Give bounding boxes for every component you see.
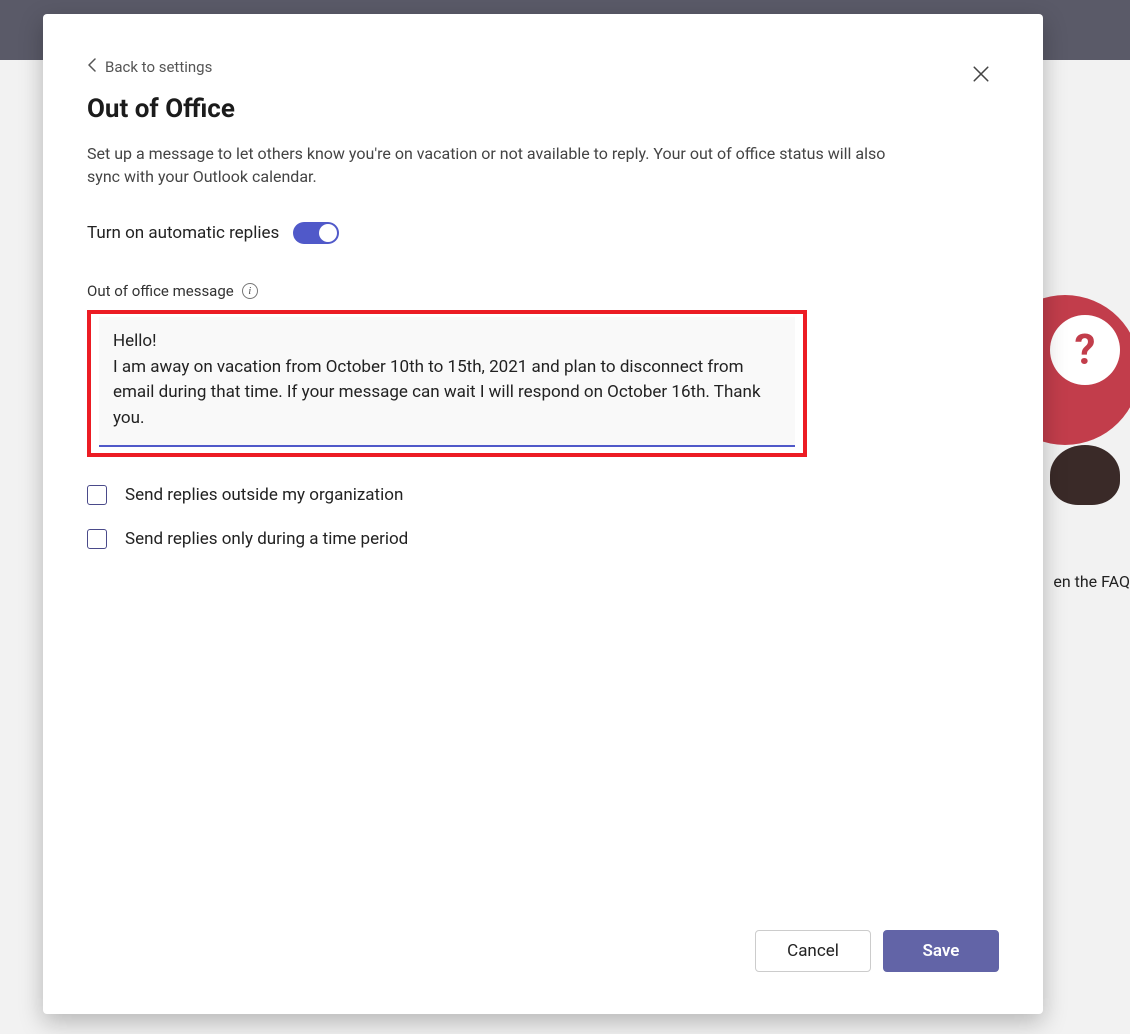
chevron-left-icon: [87, 58, 97, 76]
out-of-office-message-input[interactable]: Hello!I am away on vacation from October…: [99, 317, 795, 447]
auto-replies-toggle[interactable]: [293, 222, 339, 244]
out-of-office-dialog: Back to settings Out of Office Set up a …: [43, 14, 1043, 1014]
toggle-knob: [319, 224, 337, 242]
send-during-period-label: Send replies only during a time period: [125, 529, 408, 549]
auto-replies-toggle-label: Turn on automatic replies: [87, 223, 279, 243]
annotation-highlight: Hello!I am away on vacation from October…: [87, 310, 807, 457]
faq-link-partial: en the FAQ: [1053, 572, 1130, 591]
close-button[interactable]: [965, 60, 997, 92]
back-link-label: Back to settings: [105, 58, 212, 76]
dialog-footer: Cancel Save: [87, 930, 999, 984]
send-outside-org-checkbox[interactable]: [87, 485, 107, 505]
message-field-label: Out of office message: [87, 282, 234, 300]
cancel-button[interactable]: Cancel: [755, 930, 871, 972]
info-icon[interactable]: i: [242, 283, 258, 299]
save-button[interactable]: Save: [883, 930, 999, 972]
back-to-settings-link[interactable]: Back to settings: [87, 58, 212, 76]
send-during-period-checkbox[interactable]: [87, 529, 107, 549]
page-title: Out of Office: [87, 94, 999, 124]
close-icon: [972, 65, 990, 87]
send-outside-org-label: Send replies outside my organization: [125, 485, 403, 505]
page-description: Set up a message to let others know you'…: [87, 142, 907, 188]
